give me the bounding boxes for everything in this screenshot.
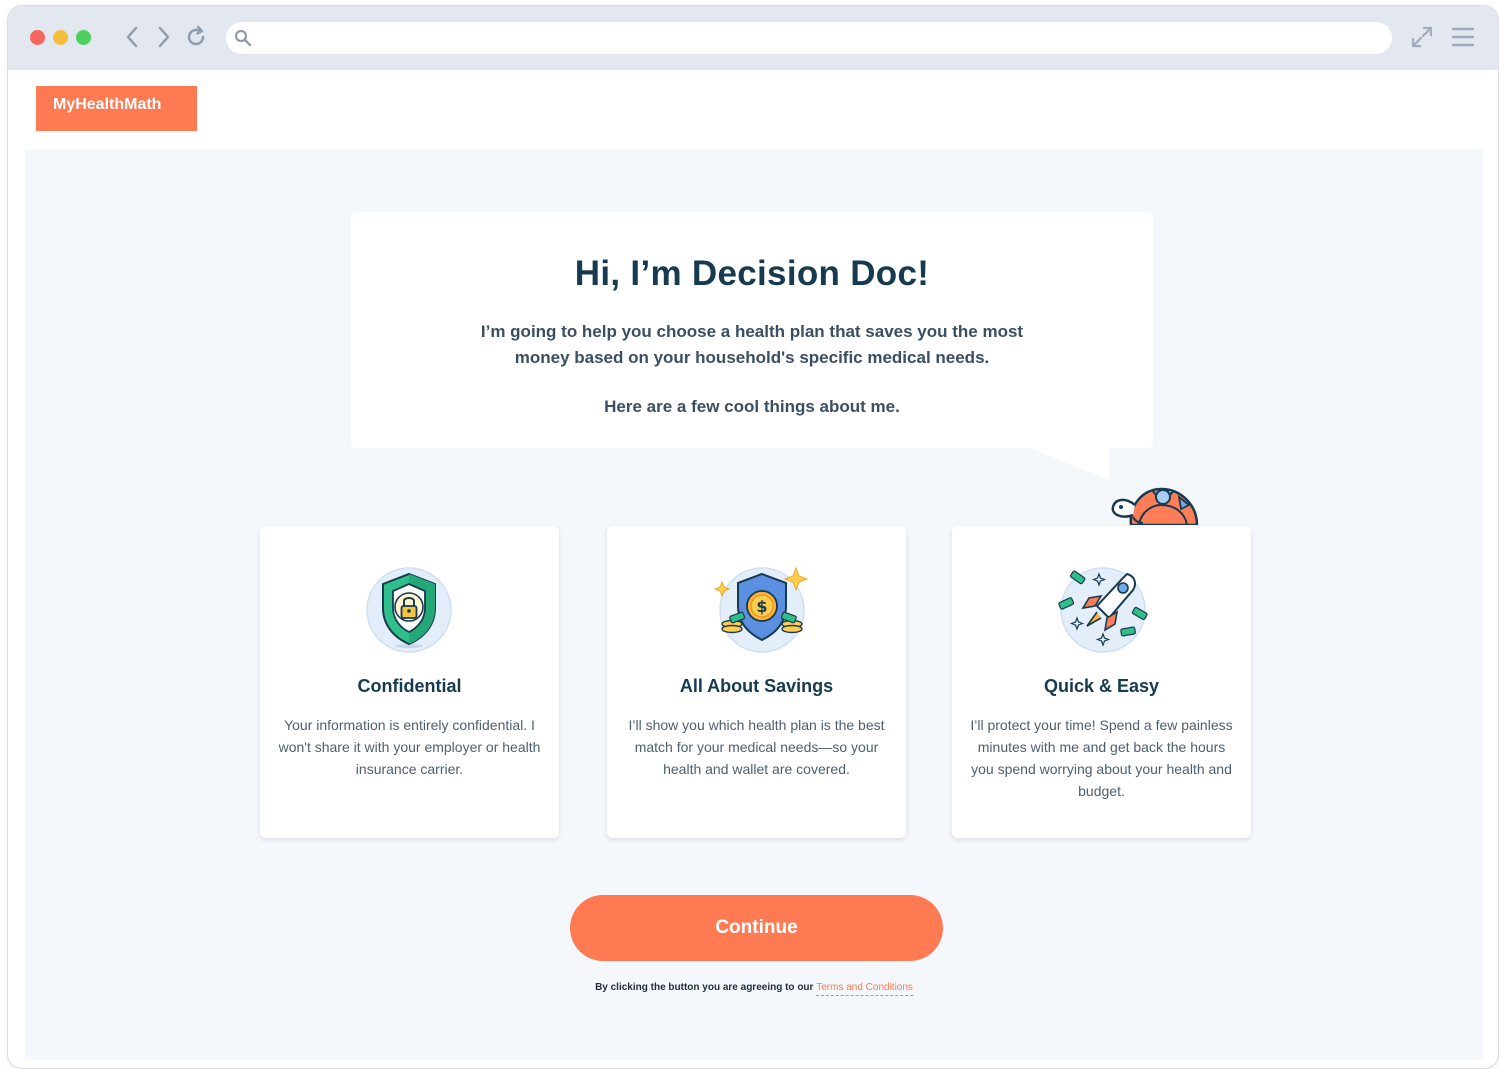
- feature-title: Quick & Easy: [1043, 676, 1160, 696]
- terms-prefix: By clicking the button you are agreeing …: [595, 982, 814, 993]
- browser-toolbar: [8, 6, 1498, 70]
- close-window-button[interactable]: [30, 30, 45, 45]
- address-bar[interactable]: [226, 22, 1392, 54]
- feature-card-confidential: Confidential Your information is entirel…: [260, 526, 559, 838]
- expand-icon[interactable]: [1411, 26, 1433, 53]
- browser-window: MyHealthMath Hi, I’m Decision Doc! I’m g…: [8, 6, 1498, 1068]
- feature-card-savings: $ All About Savings I’ll show you which …: [607, 526, 906, 838]
- continue-button[interactable]: Continue: [570, 895, 943, 961]
- minimize-window-button[interactable]: [53, 30, 68, 45]
- feature-card-quick-easy: Quick & Easy I’ll protect your time! Spe…: [952, 526, 1251, 838]
- shield-lock-icon: [365, 566, 453, 654]
- feature-description: I’ll protect your time! Spend a few pain…: [970, 717, 1233, 799]
- chevron-left-icon[interactable]: [120, 22, 144, 52]
- myhealthmath-logo[interactable]: MyHealthMath: [36, 86, 197, 131]
- search-icon: [234, 29, 252, 52]
- feature-description: I’ll show you which health plan is the b…: [628, 717, 885, 777]
- decision-doc-turtle-mascot-icon: [1109, 475, 1201, 530]
- reload-icon[interactable]: [184, 22, 208, 52]
- terms-notice: By clicking the button you are agreeing …: [25, 982, 1483, 996]
- svg-text:$: $: [756, 597, 767, 616]
- page-title: Hi, I’m Decision Doc!: [574, 254, 930, 293]
- chevron-right-icon[interactable]: [152, 22, 176, 52]
- rocket-money-icon: [1057, 566, 1148, 654]
- main-content: Hi, I’m Decision Doc! I’m going to help …: [25, 149, 1483, 1060]
- intro-subheading: Here are a few cool things about me.: [604, 397, 900, 416]
- feature-title: All About Savings: [679, 676, 834, 696]
- shield-dollar-coins-icon: $: [712, 566, 809, 654]
- feature-description: Your information is entirely confidentia…: [278, 717, 541, 777]
- intro-description: I’m going to help you choose a health pl…: [480, 322, 1024, 367]
- hamburger-menu-icon[interactable]: [1451, 27, 1475, 52]
- speech-bubble: Hi, I’m Decision Doc! I’m going to help …: [351, 212, 1153, 448]
- feature-title: Confidential: [357, 676, 462, 696]
- maximize-window-button[interactable]: [76, 30, 91, 45]
- speech-bubble-tail: [1025, 446, 1109, 480]
- terms-and-conditions-link[interactable]: Terms and Conditions: [816, 982, 913, 996]
